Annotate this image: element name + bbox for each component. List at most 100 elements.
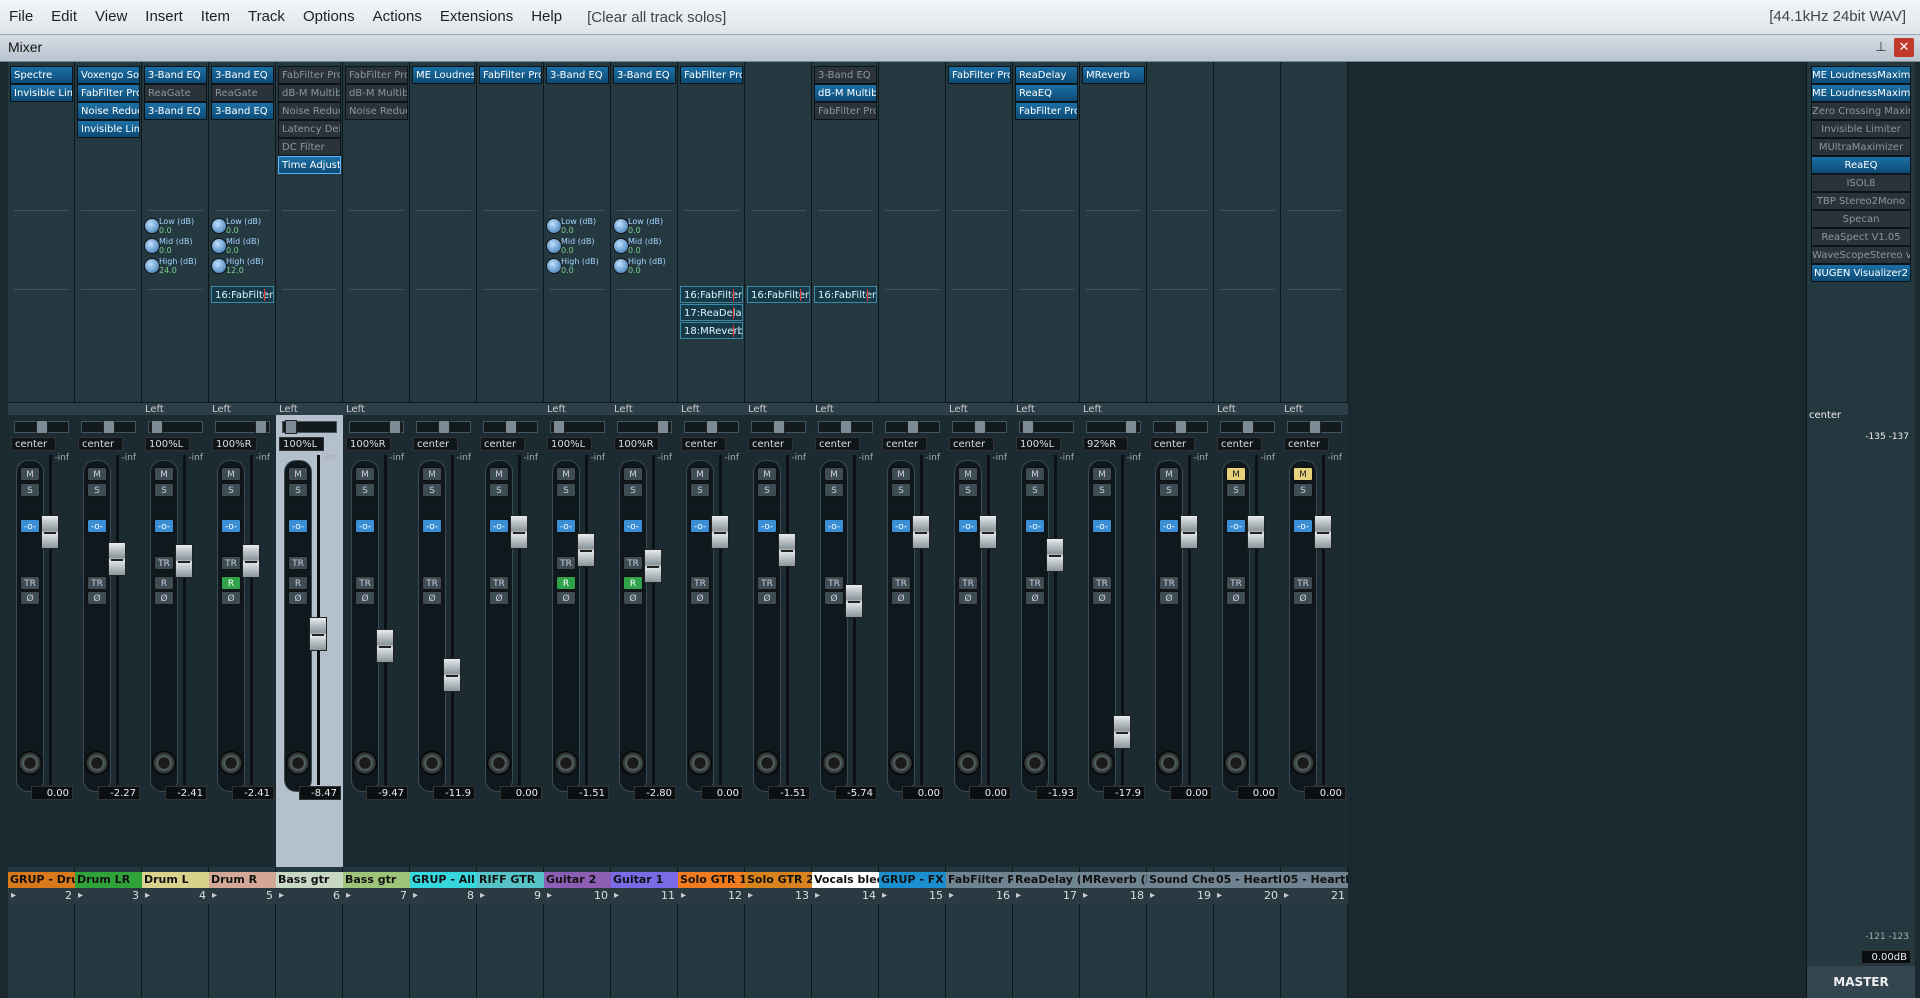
volume-value[interactable]: -1.51 xyxy=(768,786,810,800)
send-slot[interactable]: 16:FabFilter Pro-R xyxy=(680,286,743,303)
fx-slot[interactable]: Spectre xyxy=(10,66,73,84)
input-label[interactable]: Left xyxy=(1281,402,1348,415)
fader-track[interactable] xyxy=(49,455,52,785)
fx-slot[interactable]: FabFilter Pro-R xyxy=(1015,102,1078,120)
pan-handle[interactable] xyxy=(553,420,565,434)
volume-value[interactable]: 0.00 xyxy=(701,786,743,800)
width-knob-icon[interactable] xyxy=(1291,751,1315,775)
volume-value[interactable]: -8.47 xyxy=(299,786,341,800)
routing-button[interactable]: -o- xyxy=(355,519,375,533)
routing-button[interactable]: -o- xyxy=(489,519,509,533)
track-strip[interactable]: 3-Band EQ ReaGate 3-Band EQ Low (dB) 0.0 Mid … xyxy=(142,62,209,998)
pan-value[interactable]: center xyxy=(1217,437,1262,451)
volume-value[interactable]: -2.80 xyxy=(634,786,676,800)
routing-button[interactable]: -o- xyxy=(1293,519,1313,533)
track-strip[interactable]: FabFilter Pro-Q 2 center -inf MS -o- TRØ 0.00 R… xyxy=(477,62,544,998)
track-strip[interactable]: FabFilter Pro-Q 2dB-M Multiband LinNoise… xyxy=(276,62,343,998)
mute-button[interactable]: M xyxy=(824,467,844,481)
trim-button[interactable]: TR xyxy=(1025,576,1045,590)
fader-track[interactable] xyxy=(652,455,655,785)
close-button[interactable]: ✕ xyxy=(1894,38,1914,57)
mute-button[interactable]: M xyxy=(422,467,442,481)
pan-value[interactable]: center xyxy=(480,437,525,451)
folder-flag-icon[interactable]: ▸ xyxy=(815,890,820,901)
width-knob-icon[interactable] xyxy=(1023,751,1047,775)
fader-track[interactable] xyxy=(987,455,990,785)
folder-flag-icon[interactable]: ▸ xyxy=(681,890,686,901)
trim-button[interactable]: TR xyxy=(87,576,107,590)
solo-button[interactable]: S xyxy=(757,483,777,497)
phase-button[interactable]: Ø xyxy=(824,591,844,605)
fader-track[interactable] xyxy=(1322,455,1325,785)
fader-track[interactable] xyxy=(183,455,186,785)
solo-button[interactable]: S xyxy=(1092,483,1112,497)
folder-flag-icon[interactable]: ▸ xyxy=(145,890,150,901)
fx-slot[interactable]: 3-Band EQ xyxy=(814,66,877,84)
trim-button[interactable]: TR xyxy=(154,556,174,570)
volume-fader[interactable] xyxy=(41,515,59,549)
track-name[interactable]: Bass gtr xyxy=(276,872,343,888)
param-knob-icon[interactable] xyxy=(144,218,160,234)
phase-button[interactable]: Ø xyxy=(20,591,40,605)
track-name[interactable]: Drum LR xyxy=(75,872,142,888)
fx-slot[interactable]: Noise Reduction xyxy=(345,102,408,120)
phase-button[interactable]: Ø xyxy=(1159,591,1179,605)
track-strip[interactable]: 3-Band EQ Low (dB) 0.0 Mid (dB) 0.0 High (dB)… xyxy=(611,62,678,998)
fx-slot[interactable]: Voxengo Soniform xyxy=(77,66,140,84)
volume-fader[interactable] xyxy=(912,515,930,549)
pan-value[interactable]: center xyxy=(413,437,458,451)
menu-help[interactable]: Help xyxy=(522,0,571,34)
pan-slider[interactable] xyxy=(1287,420,1342,434)
fx-slot[interactable]: dB-M Multiband Lin xyxy=(345,84,408,102)
solo-button[interactable]: S xyxy=(422,483,442,497)
fx-slot[interactable]: ReaGate xyxy=(144,84,207,102)
volume-fader[interactable] xyxy=(778,533,796,568)
menu-file[interactable]: File xyxy=(0,0,42,34)
pan-value[interactable]: 100%R xyxy=(346,437,391,451)
volume-fader[interactable] xyxy=(242,543,260,578)
phase-button[interactable]: Ø xyxy=(87,591,107,605)
folder-flag-icon[interactable]: ▸ xyxy=(1150,890,1155,901)
folder-flag-icon[interactable]: ▸ xyxy=(212,890,217,901)
trim-button[interactable]: TR xyxy=(288,556,308,570)
width-knob-icon[interactable] xyxy=(755,751,779,775)
menu-view[interactable]: View xyxy=(86,0,136,34)
track-strip[interactable]: 16:FabFilter Pro-R Left center -inf MS -o- TRØ… xyxy=(745,62,812,998)
mute-button[interactable]: M xyxy=(690,467,710,481)
param-knob-icon[interactable] xyxy=(546,238,562,254)
param-knob-icon[interactable] xyxy=(211,218,227,234)
mute-button[interactable]: M xyxy=(623,467,643,481)
input-label[interactable]: Left xyxy=(1080,402,1147,415)
menu-options[interactable]: Options xyxy=(294,0,364,34)
solo-button[interactable]: S xyxy=(891,483,911,497)
volume-value[interactable]: -5.74 xyxy=(835,786,877,800)
mute-button[interactable]: M xyxy=(958,467,978,481)
phase-button[interactable]: Ø xyxy=(288,591,308,605)
track-name[interactable]: RIFF GTR xyxy=(477,872,544,888)
master-fx-slot[interactable]: Invisible Limiter xyxy=(1811,120,1911,138)
master-fx-slot[interactable]: ISOL8 xyxy=(1811,174,1911,192)
pan-handle[interactable] xyxy=(773,420,785,434)
pan-slider[interactable] xyxy=(148,420,203,434)
fader-track[interactable] xyxy=(920,455,923,785)
routing-button[interactable]: -o- xyxy=(958,519,978,533)
phase-button[interactable]: Ø xyxy=(489,591,509,605)
volume-value[interactable]: -2.27 xyxy=(98,786,140,800)
pan-slider[interactable] xyxy=(550,420,605,434)
fx-slot[interactable]: ReaGate xyxy=(211,84,274,102)
fader-track[interactable] xyxy=(585,455,588,785)
pan-handle[interactable] xyxy=(1175,420,1187,434)
track-name[interactable]: GRUP - Drum s xyxy=(8,872,75,888)
phase-button[interactable]: Ø xyxy=(1293,591,1313,605)
fader-track[interactable] xyxy=(518,455,521,785)
routing-button[interactable]: -o- xyxy=(87,519,107,533)
fx-slot[interactable]: ReaEQ xyxy=(1015,84,1078,102)
phase-button[interactable]: Ø xyxy=(221,591,241,605)
pan-value[interactable]: center xyxy=(748,437,793,451)
fx-slot[interactable]: FabFilter Pro-Q 2 xyxy=(77,84,140,102)
pan-slider[interactable] xyxy=(483,420,538,434)
pan-slider[interactable] xyxy=(282,420,337,434)
mute-button[interactable]: M xyxy=(154,467,174,481)
solo-button[interactable]: S xyxy=(355,483,375,497)
pan-value[interactable]: 100%L xyxy=(547,437,592,451)
